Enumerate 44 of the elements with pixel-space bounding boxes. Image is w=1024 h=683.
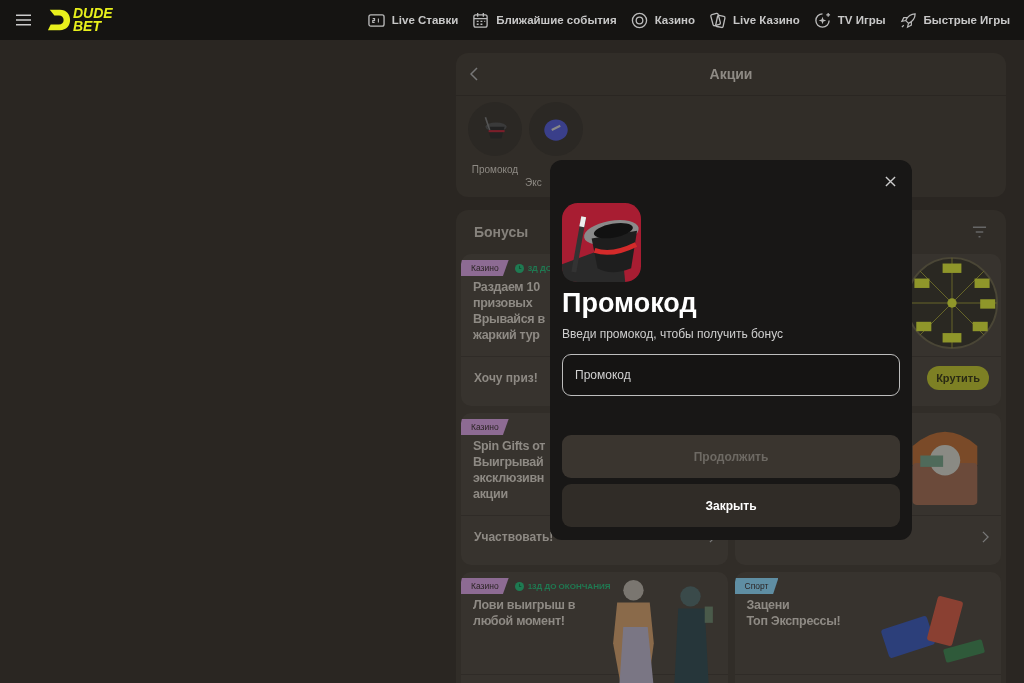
story-label: Экс (525, 177, 542, 188)
calendar-icon (472, 11, 490, 29)
bonus-card[interactable]: Спорт Зацени Топ Экспрессы! (734, 572, 1001, 683)
bonus-title: Spin Gifts от Выигрывай эксклюзивн акции (472, 438, 546, 502)
dialog-subtitle: Введи промокод, чтобы получить бонус (562, 327, 785, 341)
promo-code-input[interactable]: Промокод (562, 354, 900, 396)
nav-link[interactable]: Быстрые Игры (899, 11, 1010, 29)
scoreboard-icon (367, 11, 385, 29)
bonus-card[interactable]: Казино 13Д ДО ОКОНЧАНИЯ Лови выигрыш в любой момент! (461, 572, 728, 683)
close-icon[interactable] (885, 176, 896, 187)
bonus-title: Раздаем 10 призовых Врывайся в жаркий тур (472, 279, 545, 343)
action-link[interactable]: Хочу приз! (474, 370, 538, 385)
category-tag: Казино (461, 260, 509, 276)
clock-icon (514, 581, 524, 591)
category-tag: Казино (461, 419, 509, 435)
logo-text: DUDE (73, 7, 113, 20)
rocket-icon (899, 11, 917, 29)
story-label: Промокод (471, 164, 519, 175)
section-title: Бонусы (474, 224, 529, 240)
category-tag: Казино (461, 578, 509, 594)
action-link[interactable]: Участвовать! (474, 529, 554, 544)
logo-text: BET (73, 20, 103, 33)
nav-link[interactable]: Live Ставки (367, 11, 459, 29)
casino-chip-icon (630, 11, 648, 29)
logo-mark-icon (47, 7, 71, 33)
nav-link[interactable]: Live Казино (709, 11, 800, 29)
menu-icon[interactable] (16, 14, 31, 26)
panel-title: Акции (709, 66, 753, 82)
bonus-title: Зацени Топ Экспрессы! (745, 597, 841, 629)
dialog-title: Промокод (562, 287, 698, 320)
magic-hat-icon (562, 203, 641, 282)
close-button[interactable]: Закрыть (562, 484, 900, 527)
clock-icon (514, 263, 524, 273)
playing-cards-icon (709, 11, 727, 29)
nav-link[interactable]: Казино (630, 11, 696, 29)
chevron-right-icon[interactable] (982, 530, 989, 543)
countdown-text: 13Д ДО ОКОНЧАНИЯ (527, 581, 611, 591)
filter-icon[interactable] (972, 226, 987, 238)
bonus-title: Лови выигрыш в любой момент! (472, 597, 576, 629)
nav-link[interactable]: Ближайшие события (472, 11, 617, 29)
nav-link[interactable]: TV Игры (813, 11, 886, 29)
sparkle-plus-icon (813, 11, 831, 29)
category-tag: Спорт (734, 578, 779, 594)
back-icon[interactable] (470, 67, 478, 81)
